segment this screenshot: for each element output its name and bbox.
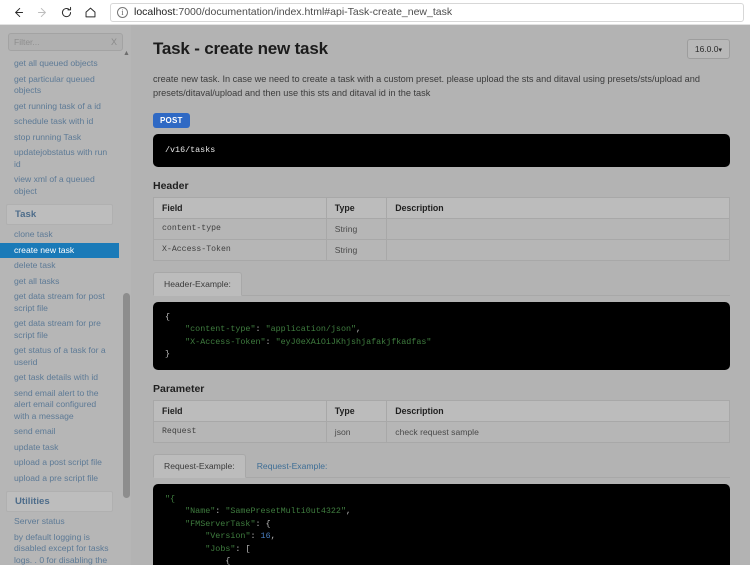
home-icon — [85, 7, 95, 17]
endpoint-url-code: /v16/tasks — [153, 134, 730, 167]
table-row: content-type String — [153, 217, 730, 240]
column-header-field: Field — [153, 399, 327, 422]
sidebar-item-get-task-details-with-id[interactable]: get task details with id — [0, 370, 119, 386]
home-button[interactable] — [78, 1, 102, 23]
forward-button[interactable] — [30, 1, 54, 23]
cell-type: json — [325, 420, 388, 443]
cell-field: Request — [153, 420, 327, 443]
sidebar-nav-list: get all queued objects get particular que… — [0, 56, 119, 565]
parameter-section-title: Parameter — [153, 382, 205, 395]
url-text: localhost:7000/documentation/index.html#… — [134, 6, 452, 18]
endpoint-description: create new task. In case we need to crea… — [153, 74, 700, 98]
cell-type: String — [325, 238, 388, 261]
back-button[interactable] — [6, 1, 30, 23]
filter-clear-button[interactable]: X — [108, 37, 117, 47]
tab-request-example-1[interactable]: Request-Example: — [153, 453, 246, 478]
sidebar-item-create-new-task[interactable]: create new task — [0, 242, 119, 258]
version-dropdown[interactable]: 16.0.0▾ — [686, 39, 730, 59]
sidebar-item-get-data-stream-for-pre-script-file[interactable]: get data stream for pre script file — [0, 316, 119, 343]
sidebar-item-updatejobstatus-with-run-id[interactable]: updatejobstatus with run id — [0, 145, 119, 172]
sidebar-item-get-running-task-of-a-id[interactable]: get running task of a id — [0, 99, 119, 115]
sidebar-item-upload-a-pre-script-file[interactable]: upload a pre script file — [0, 471, 119, 487]
cell-field: X-Access-Token — [153, 238, 327, 261]
sidebar-item-upload-a-post-script-file[interactable]: upload a post script file — [0, 455, 119, 471]
sidebar: X get all queued objectsget particular q… — [0, 25, 131, 565]
table-row: Request json check request sample — [153, 420, 730, 443]
column-header-description: Description — [386, 196, 730, 219]
sidebar-item-view-xml-of-a-queued-object[interactable]: view xml of a queued object — [0, 172, 119, 199]
sidebar-group-task[interactable]: Task — [6, 204, 113, 225]
url-host: localhost — [134, 6, 176, 18]
parameter-table: Field Type Description Request json chec… — [153, 399, 730, 443]
header-section-title: Header — [153, 179, 189, 192]
sidebar-nav-scroll: get all queued objects get particular que… — [0, 56, 131, 565]
sidebar-item-schedule-task-with-id[interactable]: schedule task with id — [0, 114, 119, 130]
table-header-row: Field Type Description — [153, 399, 730, 422]
http-method-badge: POST — [153, 113, 190, 128]
main-content: Task - create new task 16.0.0▾ create ne… — [131, 25, 750, 565]
tab-request-example-2[interactable]: Request-Example: — [246, 454, 339, 478]
sidebar-item-update-task[interactable]: update task — [0, 440, 119, 456]
cell-description — [386, 217, 730, 240]
sidebar-item-get-data-stream-for-post-script-file[interactable]: get data stream for post script file — [0, 289, 119, 316]
request-example-tabs: Request-Example: Request-Example: — [153, 453, 730, 478]
cell-description: check request sample — [386, 420, 730, 443]
tab-header-example[interactable]: Header-Example: — [153, 271, 242, 296]
sidebar-item-get-status-of-a-task-for-a-userid[interactable]: get status of a task for a userid — [0, 343, 119, 370]
table-row: X-Access-Token String — [153, 238, 730, 261]
cell-type: String — [325, 217, 388, 240]
browser-toolbar: i localhost:7000/documentation/index.htm… — [0, 0, 750, 25]
filter-container: X — [0, 30, 131, 56]
filter-box[interactable]: X — [8, 33, 123, 51]
sidebar-item-get-all-queued-objects[interactable]: get all queued objects — [0, 56, 119, 72]
page-body: X get all queued objectsget particular q… — [0, 25, 750, 565]
sidebar-item-send-email[interactable]: send email — [0, 424, 119, 440]
sidebar-item-get-all-tasks[interactable]: get all tasks — [0, 274, 119, 290]
site-info-icon[interactable]: i — [117, 6, 128, 18]
arrow-left-icon — [14, 7, 23, 17]
arrow-right-icon — [37, 7, 46, 17]
sidebar-item-send-email-alert-to-the-alert-email-configured-with-a-message[interactable]: send email alert to the alert email conf… — [0, 386, 119, 425]
sidebar-note: by default logging is disabled except fo… — [14, 531, 109, 565]
column-header-type: Type — [325, 196, 388, 219]
sidebar-scrollbar-thumb[interactable] — [123, 293, 130, 498]
column-header-type: Type — [325, 399, 388, 422]
sidebar-item-delete-task[interactable]: delete task — [0, 258, 119, 274]
sidebar-item-stop-running-task[interactable]: stop running Task — [0, 130, 119, 146]
header-example-tabs: Header-Example: — [153, 271, 730, 296]
header-example-code: { "content-type": "application/json", "X… — [153, 301, 730, 370]
sidebar-item-clone-task[interactable]: clone task — [0, 227, 119, 243]
sidebar-item-get-particular-queued-objects[interactable]: get particular queued objects — [0, 72, 119, 99]
reload-button[interactable] — [54, 1, 78, 23]
column-header-description: Description — [386, 399, 730, 422]
version-label: 16.0.0 — [694, 44, 719, 54]
table-header-row: Field Type Description — [153, 196, 730, 219]
chevron-down-icon: ▾ — [718, 47, 722, 54]
url-path: :7000/documentation/index.html#api-Task-… — [175, 6, 453, 18]
cell-description — [386, 238, 730, 261]
sidebar-group-utilities[interactable]: Utilities — [6, 491, 113, 512]
header-table: Field Type Description content-type Stri… — [153, 196, 730, 261]
page-title: Task - create new task — [153, 39, 328, 58]
cell-field: content-type — [153, 217, 327, 240]
address-bar[interactable]: i localhost:7000/documentation/index.htm… — [110, 2, 744, 22]
column-header-field: Field — [153, 196, 327, 219]
filter-input[interactable] — [14, 37, 108, 47]
main-header: Task - create new task 16.0.0▾ — [153, 39, 730, 59]
request-example-code: "{ "Name": "SamePresetMulti0ut4322", "FM… — [153, 483, 730, 565]
sidebar-item-server-status[interactable]: Server status — [0, 514, 119, 530]
reload-icon — [61, 6, 71, 17]
